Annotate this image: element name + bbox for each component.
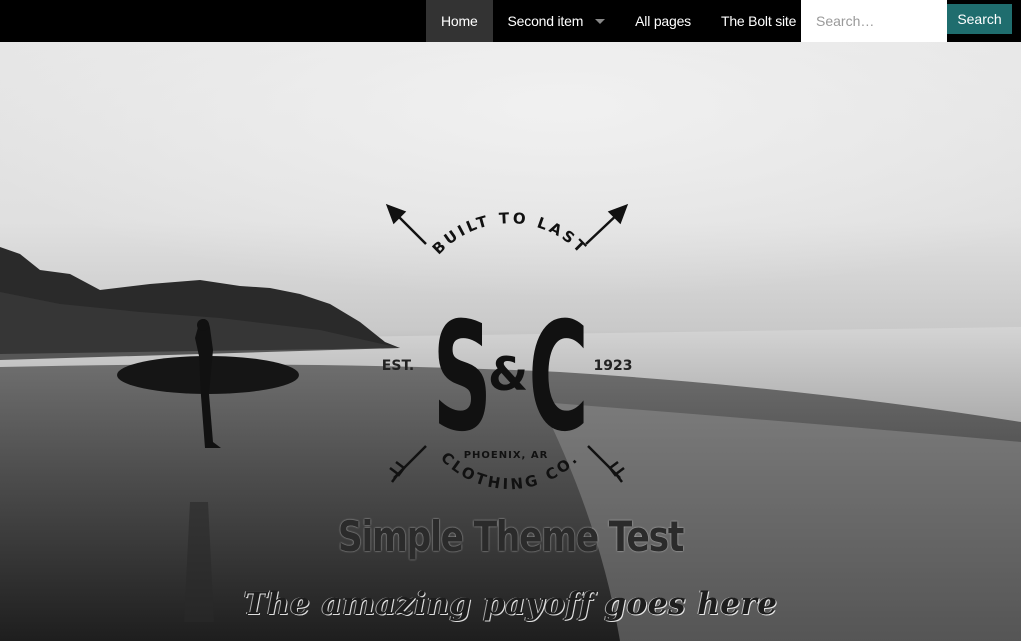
logo-est-label: EST. [382,358,414,374]
logo-location: PHOENIX, AR [464,450,549,461]
hero-banner: BUILT TO LAST CLOTHING CO. EST. 1923 S &… [0,42,1021,641]
nav-item-second-item[interactable]: Second item [493,0,621,42]
nav-item-home[interactable]: Home [426,0,493,42]
top-navbar: Home Second item All pages The Bolt site… [0,0,1021,42]
logo-top-text: BUILT TO LAST [429,209,589,258]
logo-monogram-s: S [433,290,492,465]
logo-monogram-ampersand: & [488,347,528,401]
nav-item-label: All pages [635,13,691,29]
site-title: Simple Theme Test [337,512,684,561]
site-tagline: The amazing payoff goes here [243,586,778,622]
main-menu: Home Second item All pages The Bolt site [426,0,811,42]
nav-item-bolt-site[interactable]: The Bolt site [706,0,811,42]
search-input[interactable] [801,0,947,42]
nav-item-label: Second item [507,13,584,29]
nav-item-label: Home [441,13,478,29]
svg-text:BUILT TO LAST: BUILT TO LAST [429,209,592,258]
caret-down-icon [595,19,606,24]
brand-logo-emblem: BUILT TO LAST CLOTHING CO. EST. 1923 S &… [382,203,633,493]
logo-monogram-c: C [528,290,589,465]
nav-item-all-pages[interactable]: All pages [620,0,706,42]
search-button[interactable]: Search [947,4,1012,34]
logo-year: 1923 [594,358,633,374]
nav-item-label: The Bolt site [720,13,797,29]
